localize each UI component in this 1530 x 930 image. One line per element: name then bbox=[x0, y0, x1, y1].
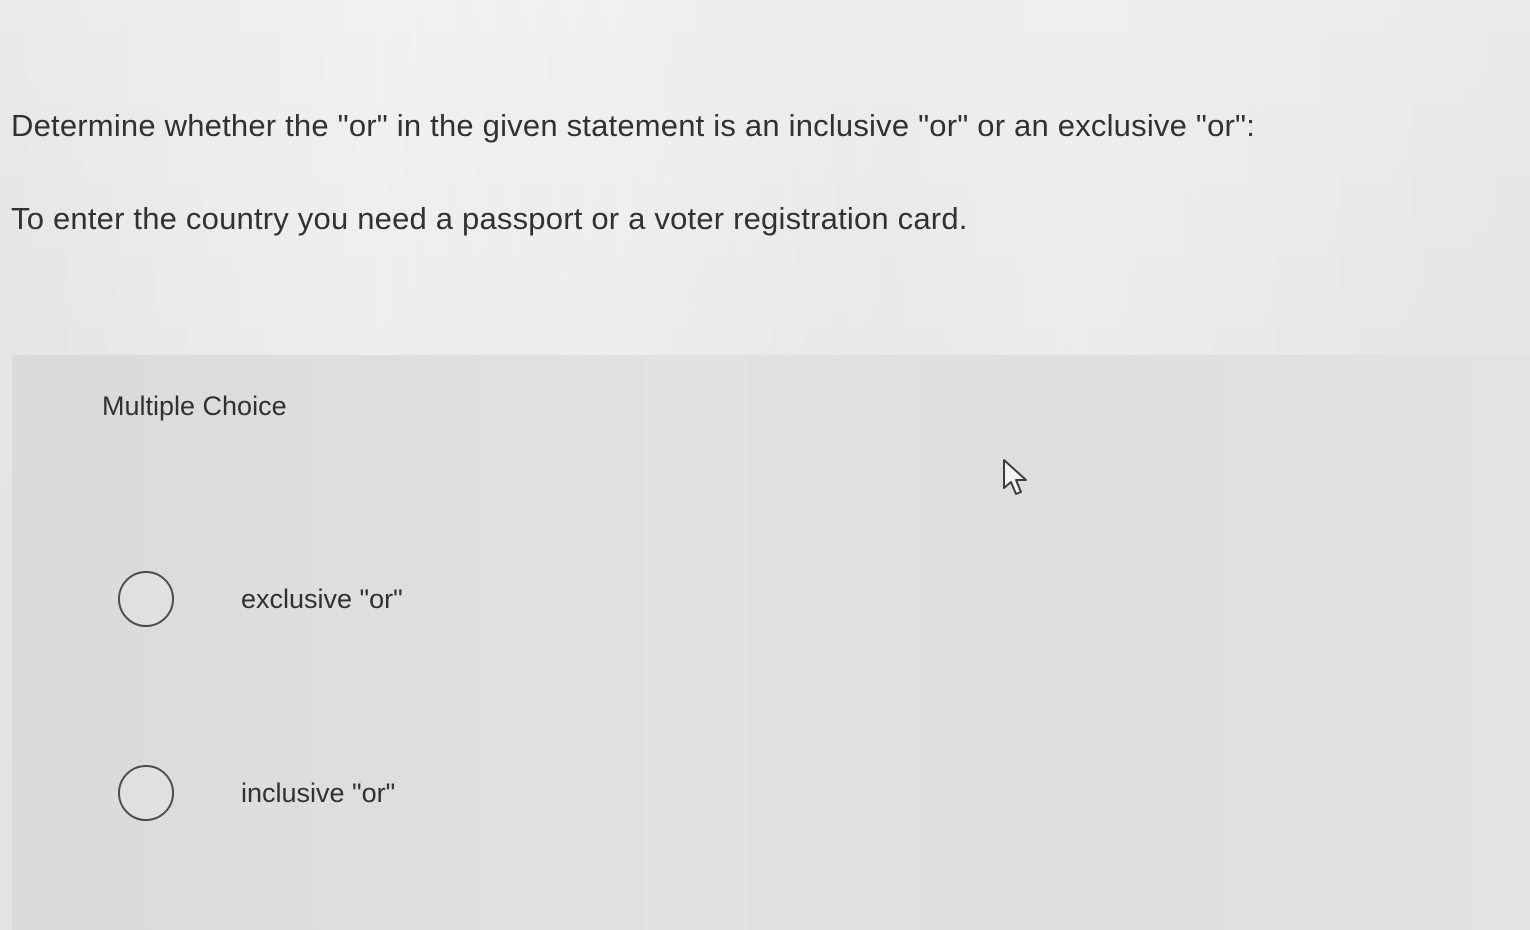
radio-unchecked-icon[interactable] bbox=[118, 571, 174, 627]
choice-option-label: exclusive "or" bbox=[241, 583, 403, 614]
choice-option-exclusive[interactable]: exclusive "or" bbox=[118, 567, 818, 631]
question-statement: To enter the country you need a passport… bbox=[11, 201, 968, 236]
multiple-choice-panel: Multiple Choice exclusive "or" inclusive… bbox=[12, 355, 1530, 930]
mouse-pointer-icon bbox=[1003, 459, 1027, 495]
radio-unchecked-icon[interactable] bbox=[118, 765, 174, 821]
choice-option-label: inclusive "or" bbox=[241, 777, 396, 808]
choice-option-inclusive[interactable]: inclusive "or" bbox=[118, 761, 818, 825]
multiple-choice-heading: Multiple Choice bbox=[102, 391, 287, 421]
question-prompt: Determine whether the "or" in the given … bbox=[11, 108, 1256, 143]
